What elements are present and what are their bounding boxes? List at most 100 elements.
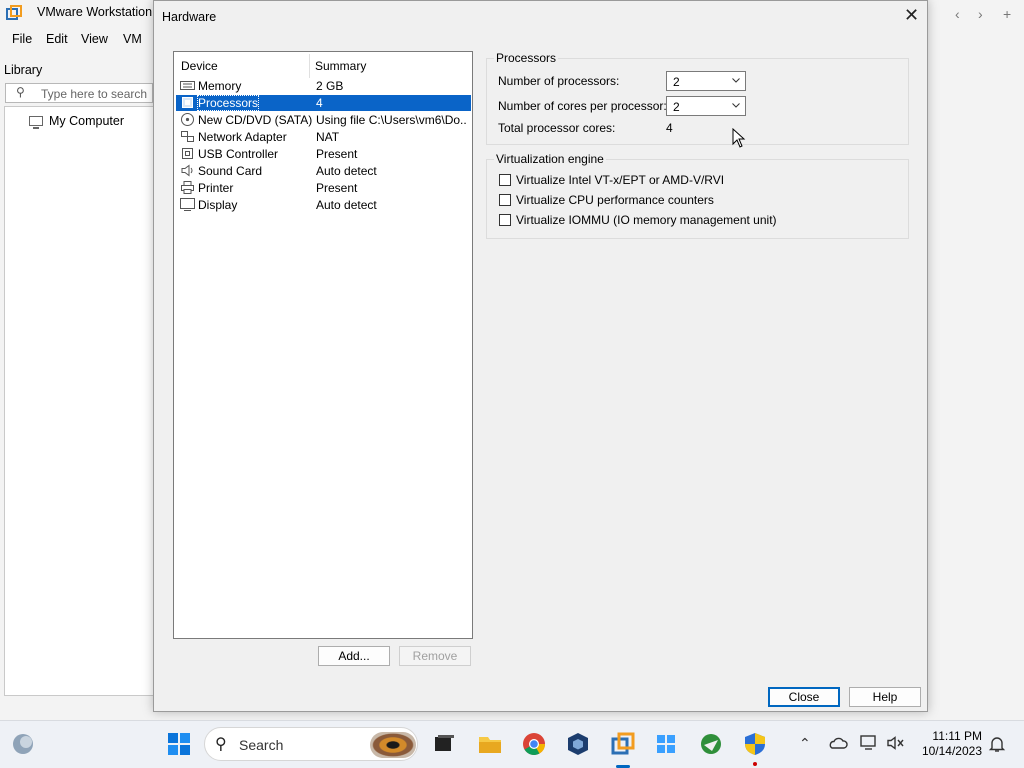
device-name: Memory <box>198 79 242 93</box>
new-tab-button[interactable]: + <box>1003 6 1011 22</box>
column-header-summary[interactable]: Summary <box>315 59 366 73</box>
device-name: Printer <box>198 181 234 195</box>
back-nav-button[interactable]: ‹ <box>955 6 960 22</box>
windows-store-icon[interactable] <box>653 731 679 757</box>
notification-dot <box>753 762 757 766</box>
column-separator[interactable] <box>309 54 310 78</box>
onedrive-icon[interactable] <box>828 735 848 751</box>
device-row-printer[interactable]: Printer Present <box>176 180 471 196</box>
device-name: USB Controller <box>198 147 279 161</box>
total-processor-cores-label: Total processor cores: <box>498 121 616 135</box>
column-header-device[interactable]: Device <box>181 59 218 73</box>
dialog-close-icon[interactable]: ✕ <box>904 5 919 25</box>
app-title: VMware Workstation <box>37 5 153 19</box>
processor-icon <box>182 97 193 108</box>
device-summary: Present <box>316 147 358 161</box>
device-name: Network Adapter <box>198 130 287 144</box>
taskbar-search-box[interactable]: ⚲ Search <box>204 727 418 761</box>
system-clock[interactable]: 11:11 PM 10/14/2023 <box>912 729 982 759</box>
checkbox-label: Virtualize Intel VT-x/EPT or AMD-V/RVI <box>516 173 725 187</box>
chevron-down-icon <box>732 103 740 108</box>
virtualize-cpu-counters-checkbox[interactable]: Virtualize CPU performance counters <box>499 193 714 207</box>
sound-card-icon <box>181 164 193 177</box>
search-icon: ⚲ <box>215 736 227 753</box>
taskbar: ⚲ Search ⌃ 11:11 PM 10/14/2023 <box>0 720 1024 768</box>
device-summary: NAT <box>316 130 340 144</box>
download-manager-icon[interactable] <box>698 731 724 757</box>
clock-time: 11:11 PM <box>932 729 982 743</box>
cores-per-processor-value: 2 <box>673 100 680 114</box>
vmware-workstation-taskbar-icon[interactable] <box>610 731 636 757</box>
device-row-usb-controller[interactable]: USB Controller Present <box>176 146 471 162</box>
usb-controller-icon <box>182 148 193 159</box>
device-summary: 2 GB <box>316 79 344 93</box>
device-row-display[interactable]: Display Auto detect <box>176 197 471 213</box>
mouse-cursor-icon <box>732 128 746 148</box>
clock-date: 10/14/2023 <box>921 744 982 758</box>
volume-muted-icon[interactable] <box>886 735 906 751</box>
virtualization-engine-group: Virtualization engine Virtualize Intel V… <box>486 152 909 239</box>
device-row-cd-dvd[interactable]: New CD/DVD (SATA) Using file C:\Users\vm… <box>176 112 471 128</box>
virtualization-group-title: Virtualization engine <box>494 152 606 166</box>
device-row-processors[interactable]: Processors 4 <box>176 95 471 111</box>
forward-nav-button[interactable]: › <box>978 6 983 22</box>
checkbox-box[interactable] <box>499 174 511 186</box>
remove-device-button[interactable]: Remove <box>399 646 471 666</box>
number-of-processors-select[interactable]: 2 <box>666 71 746 91</box>
weather-icon[interactable] <box>10 731 36 757</box>
device-summary: Using file C:\Users\vm6\Do... <box>316 113 466 127</box>
device-row-network-adapter[interactable]: Network Adapter NAT <box>176 129 471 145</box>
add-device-button[interactable]: Add... <box>318 646 390 666</box>
device-summary: Present <box>316 181 358 195</box>
virtualbox-icon[interactable] <box>565 731 591 757</box>
tree-item-label: My Computer <box>49 114 125 128</box>
task-view-icon[interactable] <box>431 731 457 757</box>
menu-view[interactable]: View <box>81 32 108 46</box>
checkbox-label: Virtualize IOMMU (IO memory management u… <box>516 213 777 227</box>
memory-icon <box>180 81 195 90</box>
device-name: Sound Card <box>198 164 263 178</box>
device-name: New CD/DVD (SATA) <box>198 113 313 127</box>
menu-edit[interactable]: Edit <box>46 32 68 46</box>
file-explorer-icon[interactable] <box>477 731 503 757</box>
dialog-title: Hardware <box>162 10 217 24</box>
taskbar-search-label: Search <box>239 737 284 753</box>
display-icon <box>180 198 195 211</box>
device-summary: Auto detect <box>316 198 377 212</box>
cd-dvd-icon <box>181 113 194 126</box>
chevron-down-icon <box>732 78 740 83</box>
checkbox-box[interactable] <box>499 194 511 206</box>
close-button[interactable]: Close <box>768 687 840 707</box>
device-row-memory[interactable]: Memory 2 GB <box>176 78 471 94</box>
virtualize-vtx-checkbox[interactable]: Virtualize Intel VT-x/EPT or AMD-V/RVI <box>499 173 724 187</box>
processors-group-title: Processors <box>494 51 559 65</box>
tree-item-my-computer[interactable]: My Computer <box>29 114 125 129</box>
device-name: Processors <box>196 95 260 111</box>
checkbox-label: Virtualize CPU performance counters <box>516 193 714 207</box>
menu-file[interactable]: File <box>12 32 32 46</box>
network-monitor-icon[interactable] <box>860 735 880 751</box>
show-hidden-icons-chevron-icon[interactable]: ⌃ <box>799 735 811 752</box>
notification-bell-icon[interactable] <box>988 735 1006 753</box>
checkbox-box[interactable] <box>499 214 511 226</box>
library-label: Library <box>4 63 43 77</box>
chrome-icon[interactable] <box>521 731 547 757</box>
total-processor-cores-value: 4 <box>666 121 673 135</box>
cores-per-processor-select[interactable]: 2 <box>666 96 746 116</box>
printer-icon <box>181 181 194 194</box>
computer-icon <box>29 116 43 129</box>
start-windows-icon[interactable] <box>166 731 192 757</box>
number-of-processors-value: 2 <box>673 75 680 89</box>
device-row-sound-card[interactable]: Sound Card Auto detect <box>176 163 471 179</box>
library-tree: My Computer <box>4 106 154 696</box>
device-list: Device Summary Memory 2 GB Processors 4 … <box>173 51 473 639</box>
number-of-processors-label: Number of processors: <box>498 74 620 88</box>
search-icon: ⚲ <box>16 85 25 99</box>
library-search-input[interactable]: ⚲ Type here to search <box>5 83 153 103</box>
virtualize-iommu-checkbox[interactable]: Virtualize IOMMU (IO memory management u… <box>499 213 777 227</box>
processors-group: Processors Number of processors: 2 Numbe… <box>486 51 909 145</box>
menu-vm[interactable]: VM <box>123 32 142 46</box>
security-shield-icon[interactable] <box>742 731 768 757</box>
device-summary: Auto detect <box>316 164 377 178</box>
help-button[interactable]: Help <box>849 687 921 707</box>
